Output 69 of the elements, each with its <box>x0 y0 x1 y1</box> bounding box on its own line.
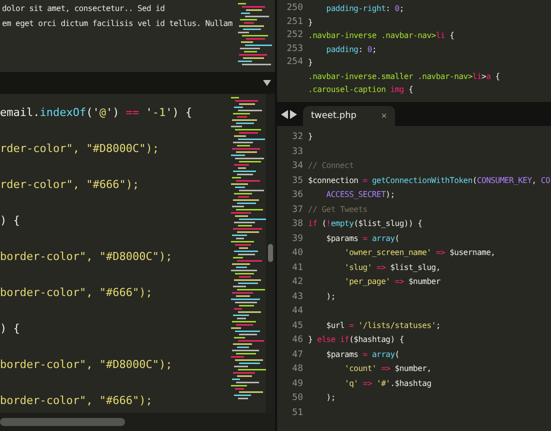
right-arrow-icon[interactable] <box>290 110 297 118</box>
code-line: 'per_page' => $number <box>344 276 440 288</box>
code-line: $connection = getConnectionWithToken(CONSUMER_KEY, CO <box>308 174 550 187</box>
code-line: ) { <box>0 321 20 337</box>
code-line: $params = array( <box>325 232 400 245</box>
line-number: 45 <box>291 320 303 332</box>
code-line: border-color", "#D8000C"); <box>0 249 172 265</box>
line-number: 43 <box>291 290 303 304</box>
line-number: 44 <box>291 305 303 318</box>
code-line: $url = '/lists/statuses'; <box>325 320 440 332</box>
code-line: padding-right: 0; <box>325 3 404 15</box>
scrollbar-thumb[interactable] <box>0 418 125 426</box>
line-number: 252 <box>286 29 303 42</box>
code-line: padding: 0; <box>325 44 377 56</box>
line-number: 49 <box>291 378 303 390</box>
line-number: 40 <box>291 247 303 260</box>
code-line: rder-color", "#D8000C"); <box>0 141 159 157</box>
code-line: ); <box>325 392 336 404</box>
text-line: dolor sit amet, consectetur.. Sed id <box>2 4 165 13</box>
line-number: 253 <box>286 42 303 56</box>
line-number: 37 <box>291 204 303 216</box>
line-number: 33 <box>291 146 303 158</box>
line-number: 51 <box>291 406 303 420</box>
code-line: .navbar-inverse .navbar-nav>li { <box>308 30 454 42</box>
line-number: 48 <box>291 363 303 376</box>
code-line: ) { <box>0 213 20 229</box>
code-line: email.indexOf('@') == '-1') { <box>0 105 192 121</box>
code-line: border-color", "#666"); <box>0 393 152 409</box>
code-line: border-color", "#666"); <box>0 285 152 301</box>
text-line: em eget orci dictum facilisis vel id tellus. Nullam <box>2 19 232 28</box>
close-button[interactable]: × <box>381 110 387 122</box>
code-line: ); <box>325 290 336 302</box>
code-line: .navbar-inverse.smaller .navbar-nav>li>a { <box>308 70 500 82</box>
dropdown-icon[interactable] <box>263 79 271 87</box>
left-arrow-icon[interactable] <box>281 110 288 118</box>
code-line: // Get Tweets <box>308 204 368 216</box>
line-number: 39 <box>291 232 303 246</box>
code-line: 'q' => '#'.$hashtag <box>344 378 432 390</box>
code-line: 'count' => $number, <box>344 363 432 375</box>
code-line: 'owner_screen_name' => $username, <box>344 247 496 259</box>
code-line: ACCESS_SECRET); <box>325 189 395 201</box>
line-number: 50 <box>291 392 303 405</box>
line-number: 36 <box>291 189 303 202</box>
tab-label: tweet.php <box>311 111 356 121</box>
code-line: border-color", "#D8000C"); <box>0 357 172 373</box>
line-number: 46 <box>291 334 303 347</box>
line-number: 38 <box>291 218 303 231</box>
code-line: } else if($hashtag) { <box>308 334 404 346</box>
line-number: 42 <box>291 276 303 289</box>
line-number: 251 <box>286 16 303 28</box>
line-number: 47 <box>291 348 303 362</box>
scrollbar-thumb[interactable] <box>268 244 273 262</box>
code-line: $params = array( <box>325 348 400 361</box>
line-number: 34 <box>291 160 303 173</box>
line-number: 254 <box>286 56 303 69</box>
code-line: } <box>308 16 313 28</box>
line-number: 41 <box>291 262 303 274</box>
line-number: 35 <box>291 174 303 188</box>
code-line: 'slug' => $list_slug, <box>344 262 440 274</box>
line-number: 32 <box>291 131 303 144</box>
code-line: } <box>308 131 313 143</box>
file-tab[interactable]: tweet.php × <box>303 106 395 126</box>
line-number: 250 <box>286 2 303 15</box>
code-line: if (!empty($list_slug)) { <box>308 218 422 230</box>
minimap-drawing <box>238 3 272 66</box>
code-line: rder-color", "#666"); <box>0 177 140 193</box>
code-line: } <box>308 57 313 69</box>
code-line: // Connect <box>308 160 354 172</box>
code-line: .carousel-caption img { <box>308 84 414 96</box>
